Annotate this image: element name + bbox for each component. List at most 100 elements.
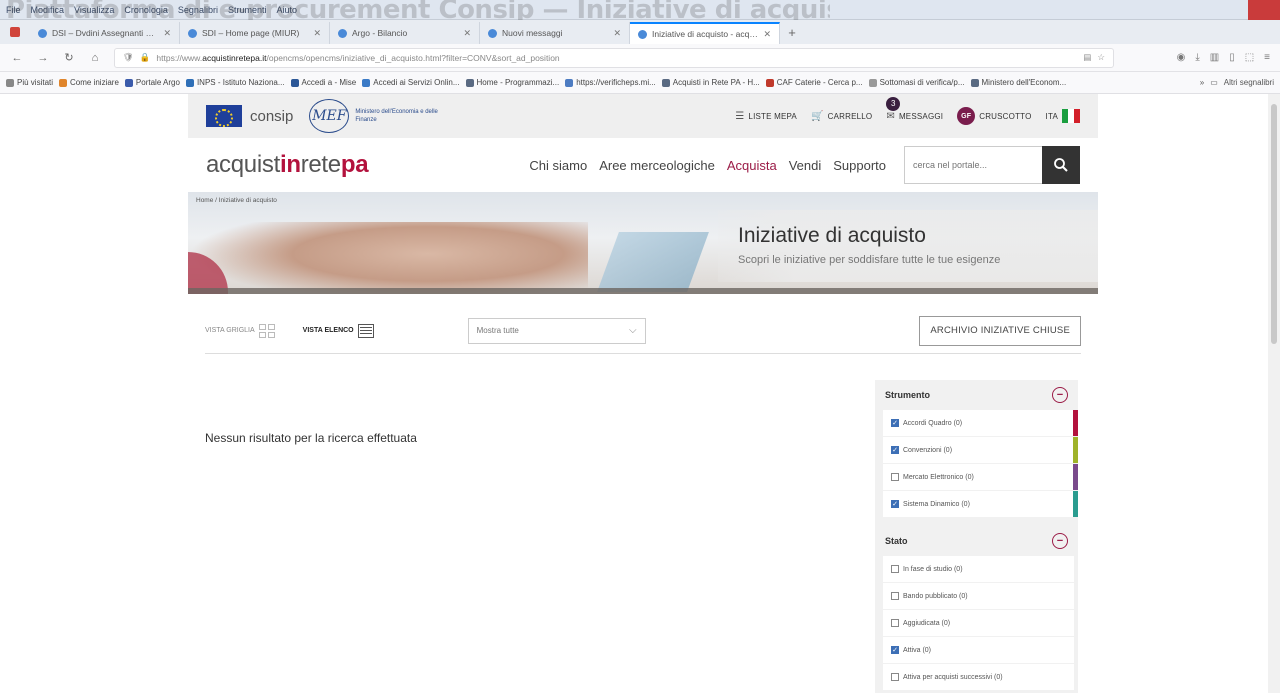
menu-modifica[interactable]: Modifica <box>31 5 65 15</box>
search-input[interactable] <box>904 146 1042 184</box>
bookmark-item[interactable]: CAF Caterie - Cerca p... <box>765 78 863 87</box>
collapse-icon[interactable]: − <box>1052 387 1068 403</box>
close-window-button[interactable] <box>1248 0 1280 20</box>
filter-option[interactable]: ✓ Attiva (0) <box>883 637 1074 663</box>
reload-icon[interactable]: ↻ <box>62 51 76 64</box>
filter-option[interactable]: Attiva per acquisti successivi (0) <box>883 664 1074 690</box>
filter-option[interactable]: ✓ Sistema Dinamico (0) <box>883 491 1078 517</box>
url-bar[interactable]: 🛡 🔒 https://www.acquistinretepa.it/openc… <box>114 47 1114 68</box>
checkbox[interactable] <box>891 473 899 481</box>
browser-tab[interactable]: SDI – Home page (MIUR) ✕ <box>180 22 330 44</box>
menu-file[interactable]: File <box>6 5 21 15</box>
downloads-icon[interactable]: ⤓ <box>1195 52 1199 63</box>
checkbox[interactable]: ✓ <box>891 446 899 454</box>
nav-aree-merceologiche[interactable]: Aree merceologiche <box>599 158 715 173</box>
filter-group-strumento[interactable]: Strumento − <box>875 380 1078 410</box>
menu-aiuto[interactable]: Aiuto <box>276 5 297 15</box>
select-value: Mostra tutte <box>476 326 519 335</box>
language-selector[interactable]: ITA <box>1046 109 1080 123</box>
forward-arrow-icon[interactable]: → <box>36 52 50 64</box>
home-icon[interactable]: ⌂ <box>88 52 102 64</box>
bookmark-favicon-icon <box>765 78 774 87</box>
browser-tab[interactable]: Argo - Bilancio ✕ <box>330 22 480 44</box>
filter-option[interactable]: In fase di studio (0) <box>883 556 1074 582</box>
filter-option[interactable]: ✓ Accordi Quadro (0) <box>883 410 1078 436</box>
browser-tab[interactable]: Nuovi messaggi ✕ <box>480 22 630 44</box>
filter-option[interactable]: ✓ Convenzioni (0) <box>883 437 1078 463</box>
chevron-down-icon: ⌵ <box>629 325 637 336</box>
tab-close-icon[interactable]: ✕ <box>613 28 621 39</box>
browser-tab-active[interactable]: Iniziative di acquisto - acquistinret...… <box>630 22 780 44</box>
checkbox[interactable]: ✓ <box>891 419 899 427</box>
vista-griglia-button[interactable]: VISTA GRIGLIA <box>205 323 275 338</box>
liste-mepa-link[interactable]: ☰ LISTE MEPA <box>735 111 797 122</box>
category-color-bar <box>1073 410 1078 436</box>
checkbox[interactable] <box>891 673 899 681</box>
search-icon <box>1054 158 1068 172</box>
bookmark-favicon-icon <box>6 78 14 87</box>
bookmark-star-icon[interactable]: ☆ <box>1097 52 1105 63</box>
menu-strumenti[interactable]: Strumenti <box>228 5 267 15</box>
nav-supporto[interactable]: Supporto <box>833 158 886 173</box>
tab-close-icon[interactable]: ✕ <box>463 28 471 39</box>
nav-acquista[interactable]: Acquista <box>727 158 777 173</box>
main-nav: Chi siamo Aree merceologiche Acquista Ve… <box>529 158 886 173</box>
reader-view-icon[interactable]: ▤ <box>1083 52 1091 63</box>
menu-segnalibri[interactable]: Segnalibri <box>178 5 218 15</box>
tab-close-icon[interactable]: ✕ <box>313 28 321 39</box>
user-tools: ☰ LISTE MEPA 🛒 CARRELLO 3 ✉ MESSAGGI GF CRUSC… <box>735 96 1080 125</box>
filter-select[interactable]: Mostra tutte ⌵ <box>467 317 646 344</box>
consip-logo[interactable]: consip <box>250 108 293 125</box>
checkbox[interactable]: ✓ <box>891 500 899 508</box>
carrello-link[interactable]: 🛒 CARRELLO <box>811 111 872 122</box>
filter-option[interactable]: Bando pubblicato (0) <box>883 583 1074 609</box>
page-scrollbar[interactable] <box>1268 94 1280 693</box>
bookmark-item[interactable]: Accedi ai Servizi Onlin... <box>362 78 460 87</box>
overflow-chevron-icon[interactable]: » <box>1200 78 1204 87</box>
pocket-icon[interactable]: ◉ <box>1177 52 1186 63</box>
tab-close-icon[interactable]: ✕ <box>763 29 771 40</box>
browser-tab[interactable]: DSI – Dvdini Assegnanti pa... ✕ <box>30 22 180 44</box>
menu-visualizza[interactable]: Visualizza <box>74 5 114 15</box>
bookmark-item[interactable]: Come iniziare <box>59 78 119 87</box>
screenshot-icon[interactable]: ⬚ <box>1245 52 1254 63</box>
cruscotto-link[interactable]: GF CRUSCOTTO <box>957 107 1031 125</box>
bookmark-item[interactable]: Ministero dell'Econom... <box>970 78 1066 87</box>
bookmark-item[interactable]: Accedi a - Mise <box>290 78 356 87</box>
menu-cronologia[interactable]: Cronologia <box>124 5 168 15</box>
filter-option[interactable]: Mercato Elettronico (0) <box>883 464 1078 490</box>
bookmark-item[interactable]: INPS - Istituto Naziona... <box>185 78 285 87</box>
archivio-iniziative-button[interactable]: ARCHIVIO INIZIATIVE CHIUSE <box>919 315 1081 346</box>
collapse-icon[interactable]: − <box>1052 533 1068 549</box>
checkbox[interactable]: ✓ <box>891 646 899 654</box>
library-icon[interactable]: ▥ <box>1210 52 1219 63</box>
search-button[interactable] <box>1042 146 1080 184</box>
nav-chi-siamo[interactable]: Chi siamo <box>529 158 587 173</box>
sidebar-icon[interactable]: ▯ <box>1229 52 1235 63</box>
mef-logo[interactable]: MEF <box>309 99 350 133</box>
bookmark-item[interactable]: Portale Argo <box>124 78 180 87</box>
vista-elenco-button[interactable]: VISTA ELENCO <box>303 323 374 338</box>
breadcrumb[interactable]: Home / Iniziative di acquisto <box>196 197 277 204</box>
checkbox[interactable] <box>891 592 899 600</box>
bookmark-item[interactable]: Sottomasi di verifica/p... <box>868 78 965 87</box>
minimize-button[interactable] <box>1216 0 1248 20</box>
messaggi-link[interactable]: 3 ✉ MESSAGGI <box>886 96 943 122</box>
scrollbar-thumb[interactable] <box>1271 104 1277 344</box>
site-logo[interactable]: acquistinretepa <box>206 151 369 179</box>
menu-icon[interactable]: ≡ <box>1264 52 1270 63</box>
filter-option[interactable]: Aggiudicata (0) <box>883 610 1074 636</box>
bookmark-item[interactable]: Più visitati <box>6 78 53 87</box>
bookmark-item[interactable]: Acquisti in Rete PA - H... <box>661 78 760 87</box>
hero-card-image <box>597 232 709 292</box>
checkbox[interactable] <box>891 619 899 627</box>
tab-close-icon[interactable]: ✕ <box>163 28 171 39</box>
filter-group-stato[interactable]: Stato − <box>875 526 1078 556</box>
other-bookmarks[interactable]: » ▭ Altri segnalibri <box>1200 78 1274 87</box>
new-tab-button[interactable]: + <box>780 22 804 44</box>
bookmark-item[interactable]: Home - Programmazi... <box>465 78 559 87</box>
nav-vendi[interactable]: Vendi <box>789 158 822 173</box>
bookmark-item[interactable]: https://verificheps.mi... <box>565 78 656 87</box>
checkbox[interactable] <box>891 565 899 573</box>
back-arrow-icon[interactable]: ← <box>10 52 24 64</box>
